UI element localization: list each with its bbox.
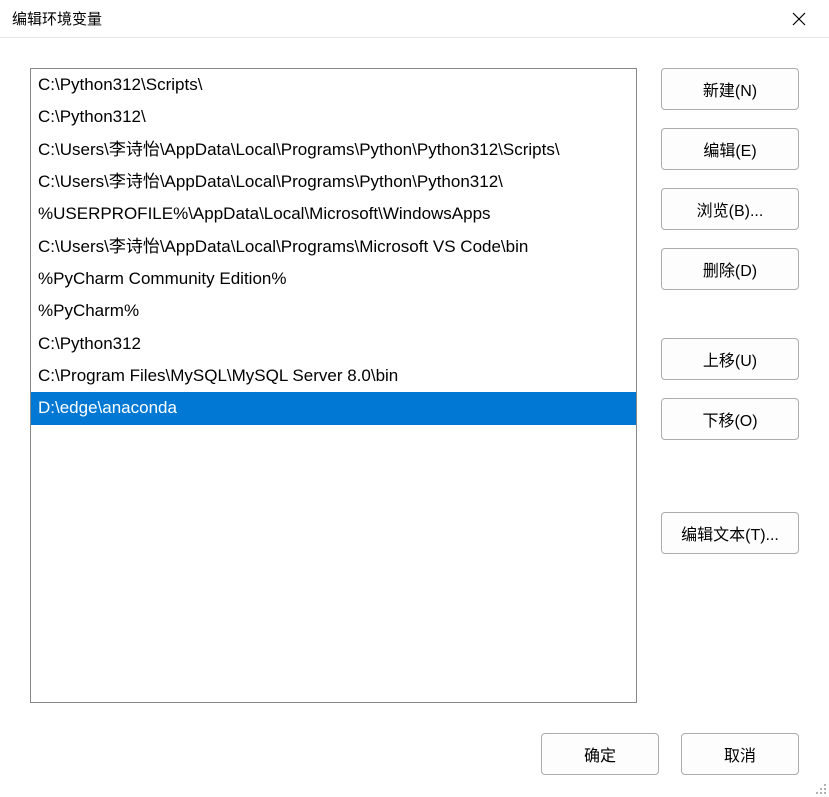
- list-item[interactable]: C:\Users\李诗怡\AppData\Local\Programs\Micr…: [31, 231, 636, 263]
- list-item[interactable]: C:\Users\李诗怡\AppData\Local\Programs\Pyth…: [31, 134, 636, 166]
- list-item[interactable]: C:\Program Files\MySQL\MySQL Server 8.0\…: [31, 360, 636, 392]
- edit-button[interactable]: 编辑(E): [661, 128, 799, 170]
- new-button[interactable]: 新建(N): [661, 68, 799, 110]
- list-item[interactable]: %PyCharm%: [31, 295, 636, 327]
- list-item[interactable]: D:\edge\anaconda: [31, 392, 636, 424]
- list-item[interactable]: C:\Users\李诗怡\AppData\Local\Programs\Pyth…: [31, 166, 636, 198]
- moveup-button[interactable]: 上移(U): [661, 338, 799, 380]
- dialog-content: C:\Python312\Scripts\C:\Python312\C:\Use…: [0, 38, 829, 729]
- button-column: 新建(N) 编辑(E) 浏览(B)... 删除(D) 上移(U) 下移(O) 编…: [661, 68, 799, 709]
- list-item[interactable]: C:\Python312: [31, 328, 636, 360]
- close-button[interactable]: [781, 1, 817, 37]
- resize-grip-icon[interactable]: [813, 781, 827, 795]
- delete-button[interactable]: 删除(D): [661, 248, 799, 290]
- list-item[interactable]: C:\Python312\Scripts\: [31, 69, 636, 101]
- window-title: 编辑环境变量: [12, 8, 781, 29]
- cancel-button[interactable]: 取消: [681, 733, 799, 775]
- ok-button[interactable]: 确定: [541, 733, 659, 775]
- close-icon: [792, 12, 806, 26]
- movedown-button[interactable]: 下移(O): [661, 398, 799, 440]
- titlebar: 编辑环境变量: [0, 0, 829, 38]
- path-listbox[interactable]: C:\Python312\Scripts\C:\Python312\C:\Use…: [30, 68, 637, 703]
- list-item[interactable]: C:\Python312\: [31, 101, 636, 133]
- browse-button[interactable]: 浏览(B)...: [661, 188, 799, 230]
- dialog-footer: 确定 取消: [0, 729, 829, 797]
- edittext-button[interactable]: 编辑文本(T)...: [661, 512, 799, 554]
- list-item[interactable]: %USERPROFILE%\AppData\Local\Microsoft\Wi…: [31, 198, 636, 230]
- list-item[interactable]: %PyCharm Community Edition%: [31, 263, 636, 295]
